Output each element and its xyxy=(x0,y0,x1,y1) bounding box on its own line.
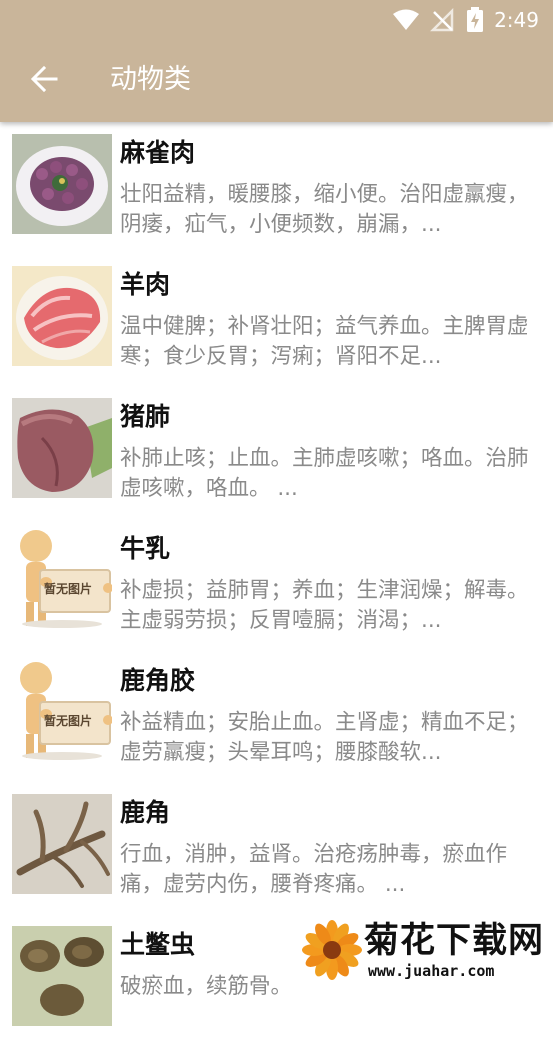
item-description: 温中健脾；补肾壮阳；益气养血。主脾胃虚寒；食少反胃；泻痢；肾阳不足... xyxy=(120,314,529,369)
list-item[interactable]: 暂无图片 牛乳 补虚损；益肺胃；养血；生津润燥；解毒。主虚弱劳损；反胃噎膈；消渴… xyxy=(0,518,553,650)
status-time: 2:49 xyxy=(494,8,539,32)
list-item[interactable]: 麻雀肉 壮阳益精，暖腰膝，缩小便。治阳虚羸瘦，阴痿，疝气，小便频数，崩漏，... xyxy=(0,122,553,254)
list-item[interactable]: 羊肉 温中健脾；补肾壮阳；益气养血。主脾胃虚寒；食少反胃；泻痢；肾阳不足... xyxy=(0,254,553,386)
item-title: 羊肉 xyxy=(120,270,171,299)
placeholder-text: 暂无图片 xyxy=(44,714,93,728)
item-title: 土鳖虫 xyxy=(120,930,196,959)
chrysanthemum-logo-icon xyxy=(302,920,362,980)
app-bar: 2:49 动物类 xyxy=(0,0,553,122)
toolbar: 动物类 xyxy=(0,40,553,122)
list-item[interactable]: 鹿角 行血，消肿，益肾。治疮疡肿毒，瘀血作痛，虚劳内伤，腰脊疼痛。 ... xyxy=(0,782,553,914)
item-thumbnail xyxy=(12,926,112,1026)
status-bar: 2:49 xyxy=(0,0,553,40)
arrow-left-icon xyxy=(30,65,58,93)
item-description: 补益精血；安胎止血。主肾虚；精血不足；虚劳羸瘦；头晕耳鸣；腰膝酸软... xyxy=(120,710,529,765)
item-description: 补虚损；益肺胃；养血；生津润燥；解毒。主虚弱劳损；反胃噎膈；消渴；... xyxy=(120,578,529,633)
battery-charging-icon xyxy=(467,7,484,32)
list-item[interactable]: 暂无图片 鹿角胶 补益精血；安胎止血。主肾虚；精血不足；虚劳羸瘦；头晕耳鸣；腰膝… xyxy=(0,650,553,782)
item-thumbnail xyxy=(12,134,112,234)
no-signal-icon xyxy=(430,8,454,32)
list-item[interactable]: 猪肺 补肺止咳；止血。主肺虚咳嗽；咯血。治肺虚咳嗽，咯血。 ... xyxy=(0,386,553,518)
item-description: 行血，消肿，益肾。治疮疡肿毒，瘀血作痛，虚劳内伤，腰脊疼痛。 ... xyxy=(120,842,508,897)
item-title: 鹿角胶 xyxy=(120,666,196,695)
item-thumbnail xyxy=(12,794,112,894)
watermark-name: 菊花下载网 xyxy=(364,921,545,961)
item-title: 猪肺 xyxy=(120,402,171,431)
watermark-url: www.juahar.com xyxy=(366,962,497,980)
wifi-icon xyxy=(393,9,420,30)
item-title: 麻雀肉 xyxy=(120,138,196,167)
page-title: 动物类 xyxy=(110,64,191,95)
item-thumbnail xyxy=(12,266,112,366)
placeholder-text: 暂无图片 xyxy=(44,582,93,596)
back-button[interactable] xyxy=(16,51,72,107)
item-title: 鹿角 xyxy=(120,798,171,827)
item-title: 牛乳 xyxy=(120,534,171,563)
item-description: 补肺止咳；止血。主肺虚咳嗽；咯血。治肺虚咳嗽，咯血。 ... xyxy=(120,446,529,501)
status-icons: 2:49 xyxy=(392,6,539,34)
watermark: 菊花下载网 www.juahar.com xyxy=(300,918,553,983)
item-description: 壮阳益精，暖腰膝，缩小便。治阳虚羸瘦，阴痿，疝气，小便频数，崩漏，... xyxy=(120,182,529,237)
item-thumbnail-placeholder: 暂无图片 xyxy=(12,662,112,762)
item-thumbnail-placeholder: 暂无图片 xyxy=(12,530,112,630)
item-thumbnail xyxy=(12,398,112,498)
